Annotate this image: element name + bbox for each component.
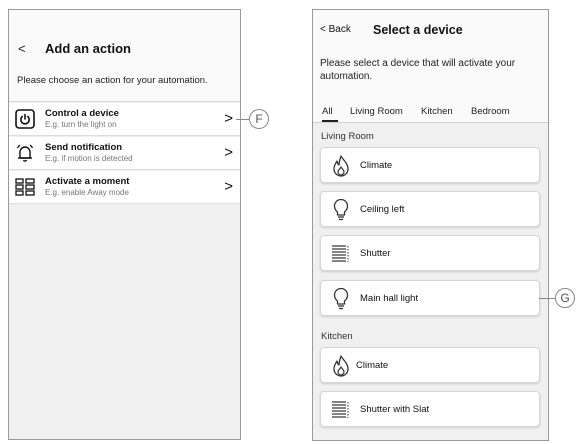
active-tab-indicator [322, 120, 338, 122]
callout-g: G [555, 288, 575, 308]
device-label: Climate [360, 160, 393, 171]
page-description: Please choose an action for your automat… [17, 75, 208, 86]
device-label: Shutter [360, 248, 391, 259]
action-activate-moment[interactable]: Activate a moment E.g. enable Away mode … [9, 171, 240, 204]
back-button[interactable]: < [18, 41, 26, 56]
tab-bedroom[interactable]: Bedroom [471, 106, 510, 117]
action-title: Send notification [45, 142, 123, 153]
shutter-icon [330, 242, 352, 266]
device-card-kitchen-climate[interactable]: Climate [320, 347, 540, 383]
power-icon [14, 108, 36, 130]
add-action-header: < Add an action Please choose an action … [9, 10, 240, 102]
device-label: Climate [356, 360, 389, 371]
device-card-main-hall-light[interactable]: Main hall light [320, 280, 540, 316]
action-control-device[interactable]: Control a device E.g. turn the light on … [9, 103, 240, 136]
action-send-notification[interactable]: Send notification E.g. if motion is dete… [9, 137, 240, 170]
action-subtitle: E.g. enable Away mode [45, 188, 129, 197]
section-label-living-room: Living Room [321, 131, 374, 142]
callout-f: F [249, 109, 269, 129]
device-card-climate[interactable]: Climate [320, 147, 540, 183]
chevron-right-icon: > [224, 110, 233, 127]
callout-f-line [236, 119, 249, 120]
chevron-right-icon: > [224, 144, 233, 161]
bell-icon [14, 142, 36, 164]
device-label: Main hall light [360, 293, 419, 304]
page-title: Add an action [45, 41, 131, 56]
lightbulb-icon [330, 287, 352, 311]
device-label: Shutter with Slat [360, 404, 430, 415]
device-label: Ceiling left [360, 204, 405, 215]
device-card-ceiling-left[interactable]: Ceiling left [320, 191, 540, 227]
flame-icon [330, 154, 352, 178]
flame-icon [330, 354, 352, 378]
grid-moment-icon [14, 176, 36, 198]
section-label-kitchen: Kitchen [321, 331, 353, 342]
tab-living-room[interactable]: Living Room [350, 106, 403, 117]
select-device-header: < Back Select a device Please select a d… [313, 10, 548, 123]
action-title: Activate a moment [45, 176, 130, 187]
add-action-screen: < Add an action Please choose an action … [8, 9, 241, 440]
tab-kitchen[interactable]: Kitchen [421, 106, 453, 117]
page-title: Select a device [373, 23, 463, 37]
action-subtitle: E.g. turn the light on [45, 120, 117, 129]
tab-all[interactable]: All [322, 106, 333, 117]
page-description: Please select a device that will activat… [320, 58, 516, 82]
back-button[interactable]: < Back [320, 24, 351, 35]
device-card-shutter-with-slat[interactable]: Shutter with Slat [320, 391, 540, 427]
chevron-right-icon: > [224, 178, 233, 195]
lightbulb-icon [330, 198, 352, 222]
shutter-icon [330, 398, 352, 422]
callout-g-line [539, 298, 555, 299]
device-card-shutter[interactable]: Shutter [320, 235, 540, 271]
action-title: Control a device [45, 108, 119, 119]
action-subtitle: E.g. if motion is detected [45, 154, 133, 163]
select-device-screen: < Back Select a device Please select a d… [312, 9, 549, 441]
